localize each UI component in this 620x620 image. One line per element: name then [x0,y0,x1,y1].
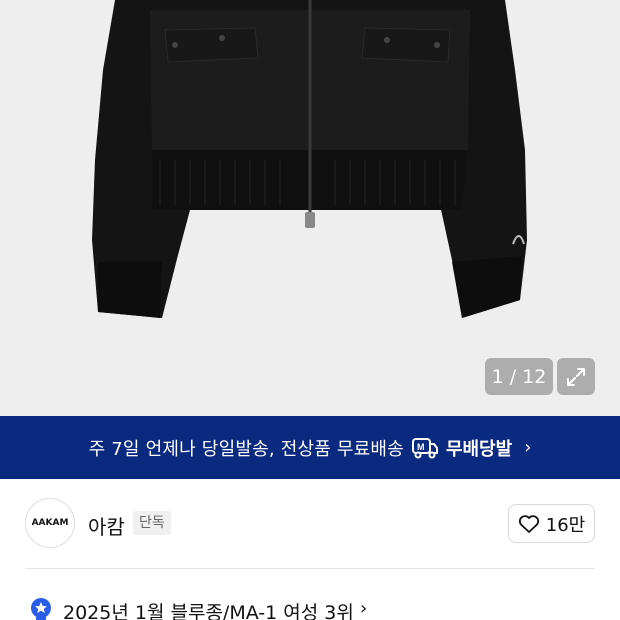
expand-button[interactable] [557,358,595,395]
free-shipping-banner[interactable]: 주 7일 언제나 당일발송, 전상품 무료배송 M 무배당발 › [0,416,620,479]
store-name[interactable]: 아캄 [88,511,125,540]
banner-brand: 무배당발 [445,438,513,460]
chevron-right-icon: › [524,437,532,458]
store-logo[interactable]: AAKAM [25,498,75,548]
heart-icon [518,514,539,533]
exclusive-tag: 단독 [133,511,171,535]
ranking-row[interactable]: 2025년 1월 블루종/MA-1 여성 3위 › [0,584,620,620]
delivery-truck-m-icon: M [411,437,438,459]
like-button[interactable]: 16만 [508,504,595,543]
like-count: 16만 [545,514,586,536]
expand-icon [567,367,585,386]
product-photo [92,0,527,318]
svg-text:M: M [417,442,425,452]
store-row: AAKAM 아캄 단독 16만 [0,479,620,569]
divider [25,568,595,569]
banner-text: 주 7일 언제나 당일발송, 전상품 무료배송 [88,438,404,460]
star-badge-icon [30,597,52,620]
product-image-gallery[interactable]: 1 / 12 [0,0,620,416]
ranking-text: 2025년 1월 블루종/MA-1 여성 3위 [63,602,354,620]
image-counter: 1 / 12 [485,358,553,395]
chevron-right-icon: › [360,598,368,619]
product-page: 1 / 12 주 7일 언제나 당일발송, 전상품 무료배송 M 무배당발 › … [0,0,620,620]
